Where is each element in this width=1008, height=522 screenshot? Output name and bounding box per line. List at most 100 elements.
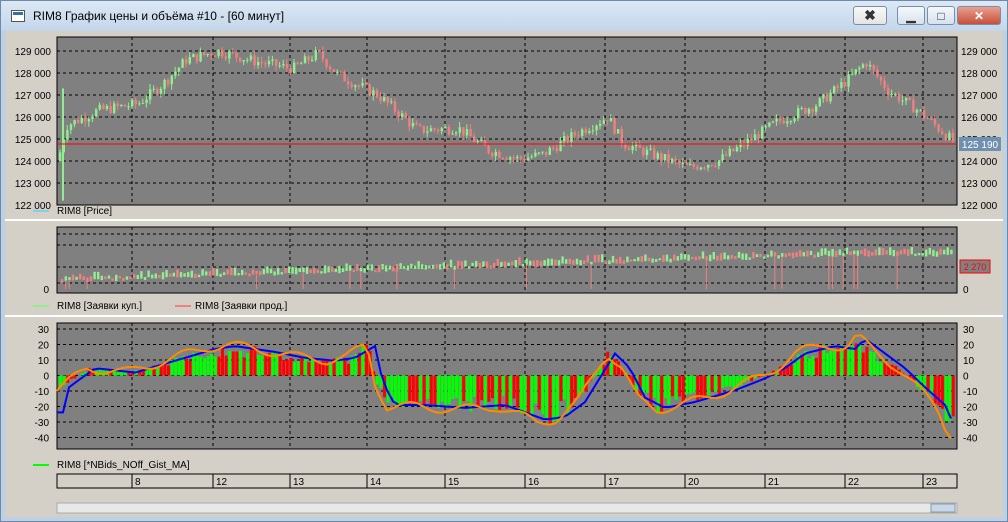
volume-candle — [647, 257, 651, 262]
candle-body — [386, 97, 389, 103]
volume-candle — [590, 261, 593, 265]
volume-candle — [871, 252, 874, 256]
minimize-button[interactable]: ▁ — [897, 6, 925, 25]
candle-body — [473, 136, 476, 142]
candle-body — [440, 128, 443, 132]
oscillator-tick-label: -20 — [963, 403, 978, 414]
candle-body — [282, 63, 285, 66]
volume-candle — [543, 260, 546, 266]
chart-canvas[interactable]: 129 000128 000127 000126 000125 000124 0… — [5, 31, 1003, 517]
histogram-bar — [408, 375, 412, 404]
candle-body — [764, 126, 767, 128]
close-button[interactable]: ✕ — [957, 6, 1001, 25]
candle-body — [833, 86, 836, 93]
candle-body — [559, 141, 562, 152]
candle-body — [501, 157, 505, 159]
candle-body — [127, 106, 130, 108]
candle-body — [901, 100, 904, 102]
candle-body — [951, 132, 955, 142]
volume-candle — [730, 254, 733, 259]
volume-candle — [557, 260, 561, 266]
volume-candle — [608, 260, 611, 265]
volume-candle — [662, 255, 665, 262]
histogram-bar — [815, 357, 818, 376]
volume-candle — [431, 264, 435, 269]
volume-candle — [446, 264, 449, 270]
volume-candle — [381, 263, 384, 270]
volume-candle — [791, 252, 795, 259]
oscillator-axis-right: 30 20 10 0 -10 -20 -30 -40 — [963, 325, 978, 445]
candle-body — [278, 65, 281, 67]
candle-body — [469, 129, 472, 137]
candle-body — [159, 88, 163, 94]
histogram-bar — [447, 375, 451, 405]
candle-body — [771, 121, 775, 123]
histogram-bar — [714, 375, 718, 392]
histogram-bar — [534, 375, 538, 404]
volume-candle — [428, 265, 431, 269]
title-bar[interactable]: RIM8 График цены и объёма #10 - [60 мину… — [1, 1, 1007, 31]
volume-candle — [644, 254, 647, 262]
histogram-bar — [390, 375, 394, 397]
volume-candle — [932, 249, 935, 257]
candle-body — [408, 118, 411, 127]
price-tick-label: 129 000 — [961, 47, 998, 58]
candle-body — [581, 129, 584, 136]
candle-body — [937, 124, 940, 132]
candle-body — [206, 53, 209, 55]
volume-candle — [320, 271, 323, 274]
histogram-bar — [253, 346, 257, 376]
maximize-button[interactable]: □ — [927, 6, 955, 25]
candle-body — [213, 55, 217, 57]
chart-window: RIM8 График цены и объёма #10 - [60 мину… — [0, 0, 1008, 522]
sell-legend: RIM8 [Заявки прод.] — [195, 301, 287, 312]
volume-candle — [467, 266, 471, 269]
volume-candle — [809, 250, 813, 256]
horizontal-scrollbar[interactable] — [56, 502, 958, 514]
volume-candle — [226, 269, 229, 275]
volume-candle — [604, 261, 607, 264]
candle-body — [516, 156, 519, 158]
volume-candle — [79, 273, 82, 280]
volume-candle — [521, 264, 525, 267]
candle-body — [361, 83, 364, 86]
candle-body — [163, 79, 166, 89]
volume-candle — [770, 250, 773, 257]
candle-body — [671, 158, 674, 163]
histogram-bar — [851, 345, 854, 376]
candle-body — [217, 49, 220, 56]
scrollbar-thumb[interactable] — [930, 503, 956, 513]
unlink-button[interactable]: ✖ — [853, 6, 887, 25]
candle-body — [69, 124, 73, 130]
histogram-bar — [444, 375, 448, 407]
last-price-label: 125 190 — [962, 140, 999, 151]
volume-candle — [669, 258, 672, 263]
volume-candle — [460, 261, 463, 270]
candle-body — [123, 104, 127, 107]
volume-candle — [863, 248, 867, 256]
histogram-bar — [847, 350, 851, 376]
candle-body — [923, 109, 926, 118]
price-plot-area[interactable] — [56, 36, 958, 206]
histogram-bar — [404, 375, 408, 403]
candle-body — [653, 148, 656, 159]
volume-candle — [698, 256, 701, 260]
candle-body — [566, 136, 569, 142]
candle-body — [537, 152, 541, 154]
candle-body — [379, 96, 382, 101]
volume-candle — [676, 256, 679, 261]
volume-candle — [500, 261, 503, 268]
candle-body — [246, 59, 249, 61]
histogram-bar — [825, 353, 829, 376]
time-label: 12 — [216, 477, 228, 488]
candle-body — [195, 54, 199, 62]
volume-candle — [741, 253, 744, 260]
volume-candle — [874, 249, 877, 256]
candle-body — [797, 108, 800, 119]
candle-body — [869, 64, 872, 67]
candle-body — [149, 89, 152, 100]
histogram-bar — [509, 375, 512, 409]
candle-body — [789, 121, 793, 123]
candle-body — [779, 118, 782, 121]
volume-candle — [853, 250, 856, 255]
